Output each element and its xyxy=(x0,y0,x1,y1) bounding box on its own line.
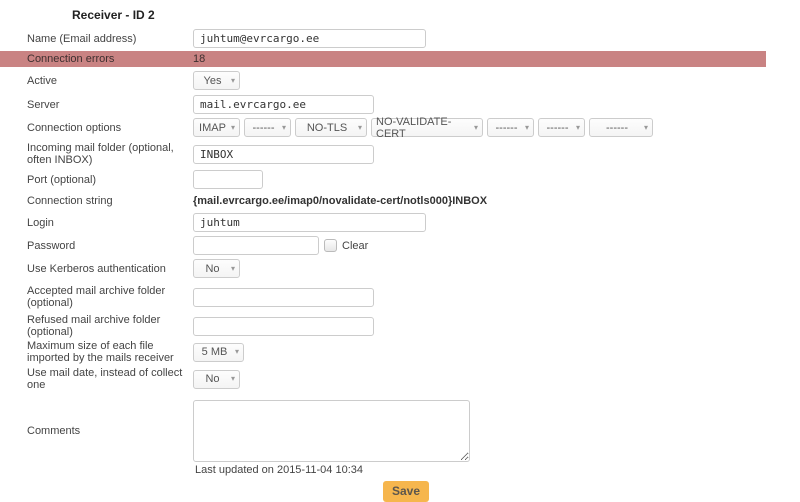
incoming-folder-input[interactable] xyxy=(193,145,374,164)
option-5-select-value: ------ xyxy=(496,122,518,134)
active-label: Active xyxy=(0,75,193,87)
accepted-folder-row: Accepted mail archive folder (optional) xyxy=(0,285,766,309)
chevron-down-icon: ▾ xyxy=(644,123,648,132)
validate-cert-select[interactable]: NO-VALIDATE-CERT ▾ xyxy=(371,118,483,137)
refused-folder-input[interactable] xyxy=(193,317,374,336)
incoming-folder-row: Incoming mail folder (optional, often IN… xyxy=(0,142,766,166)
kerberos-label: Use Kerberos authentication xyxy=(0,263,193,275)
port-input[interactable] xyxy=(193,170,263,189)
protocol-select[interactable]: IMAP ▾ xyxy=(193,118,240,137)
chevron-down-icon: ▾ xyxy=(231,374,235,383)
password-label: Password xyxy=(0,240,193,252)
name-row: Name (Email address) xyxy=(0,29,766,48)
last-updated-text: Last updated on 2015-11-04 10:34 xyxy=(195,464,766,476)
use-mail-date-row: Use mail date, instead of collect one No… xyxy=(0,367,766,391)
chevron-down-icon: ▾ xyxy=(231,264,235,273)
accepted-folder-input[interactable] xyxy=(193,288,374,307)
password-input[interactable] xyxy=(193,236,319,255)
save-row: Save xyxy=(383,481,766,502)
connection-string-row: Connection string {mail.evrcargo.ee/imap… xyxy=(0,195,766,207)
active-select[interactable]: Yes ▾ xyxy=(193,71,240,90)
protocol-select-value: IMAP xyxy=(199,122,226,134)
port-label: Port (optional) xyxy=(0,174,193,186)
active-row: Active Yes ▾ xyxy=(0,71,766,90)
refused-folder-row: Refused mail archive folder (optional) xyxy=(0,314,766,338)
active-select-value: Yes xyxy=(204,75,222,87)
comments-row: Comments xyxy=(0,400,766,462)
option-5-select[interactable]: ------ ▾ xyxy=(487,118,534,137)
refused-folder-label: Refused mail archive folder (optional) xyxy=(0,314,193,338)
server-label: Server xyxy=(0,99,193,111)
server-input[interactable] xyxy=(193,95,374,114)
option-7-select[interactable]: ------ ▾ xyxy=(589,118,653,137)
connection-string-value: {mail.evrcargo.ee/imap0/novalidate-cert/… xyxy=(193,195,487,207)
chevron-down-icon: ▾ xyxy=(231,123,235,132)
connection-options-row: Connection options IMAP ▾ ------ ▾ NO-TL… xyxy=(0,118,766,137)
connection-errors-label: Connection errors xyxy=(0,53,193,65)
chevron-down-icon: ▾ xyxy=(231,76,235,85)
kerberos-select-value: No xyxy=(205,263,219,275)
chevron-down-icon: ▾ xyxy=(474,123,478,132)
chevron-down-icon: ▾ xyxy=(525,123,529,132)
option-2-select[interactable]: ------ ▾ xyxy=(244,118,291,137)
clear-password-label: Clear xyxy=(342,240,368,252)
chevron-down-icon: ▾ xyxy=(282,123,286,132)
chevron-down-icon: ▾ xyxy=(235,347,239,356)
validate-cert-select-value: NO-VALIDATE-CERT xyxy=(376,116,470,140)
use-mail-date-select-value: No xyxy=(205,373,219,385)
option-6-select-value: ------ xyxy=(547,122,569,134)
option-7-select-value: ------ xyxy=(606,122,628,134)
max-size-select[interactable]: 5 MB ▾ xyxy=(193,343,244,362)
comments-label: Comments xyxy=(0,425,193,437)
kerberos-row: Use Kerberos authentication No ▾ xyxy=(0,259,766,278)
max-size-label: Maximum size of each file imported by th… xyxy=(0,340,193,364)
tls-select[interactable]: NO-TLS ▾ xyxy=(295,118,367,137)
incoming-folder-label: Incoming mail folder (optional, often IN… xyxy=(0,142,193,166)
clear-password-checkbox[interactable] xyxy=(324,239,337,252)
login-input[interactable] xyxy=(193,213,426,232)
server-row: Server xyxy=(0,95,766,114)
name-label: Name (Email address) xyxy=(0,33,193,45)
max-size-select-value: 5 MB xyxy=(202,346,228,358)
connection-options-label: Connection options xyxy=(0,122,193,134)
comments-textarea[interactable] xyxy=(193,400,470,462)
connection-string-label: Connection string xyxy=(0,195,193,207)
chevron-down-icon: ▾ xyxy=(576,123,580,132)
port-row: Port (optional) xyxy=(0,170,766,189)
connection-errors-value: 18 xyxy=(193,53,205,65)
option-2-select-value: ------ xyxy=(253,122,275,134)
chevron-down-icon: ▾ xyxy=(358,123,362,132)
use-mail-date-select[interactable]: No ▾ xyxy=(193,370,240,389)
login-label: Login xyxy=(0,217,193,229)
connection-errors-row: Connection errors 18 xyxy=(0,51,766,67)
receiver-settings-page: Receiver - ID 2 Name (Email address) Con… xyxy=(0,8,766,502)
kerberos-select[interactable]: No ▾ xyxy=(193,259,240,278)
page-title: Receiver - ID 2 xyxy=(72,8,766,22)
accepted-folder-label: Accepted mail archive folder (optional) xyxy=(0,285,193,309)
max-size-row: Maximum size of each file imported by th… xyxy=(0,340,766,364)
name-input[interactable] xyxy=(193,29,426,48)
use-mail-date-label: Use mail date, instead of collect one xyxy=(0,367,193,391)
login-row: Login xyxy=(0,213,766,232)
tls-select-value: NO-TLS xyxy=(307,122,347,134)
password-row: Password Clear xyxy=(0,236,766,255)
option-6-select[interactable]: ------ ▾ xyxy=(538,118,585,137)
save-button[interactable]: Save xyxy=(383,481,429,502)
